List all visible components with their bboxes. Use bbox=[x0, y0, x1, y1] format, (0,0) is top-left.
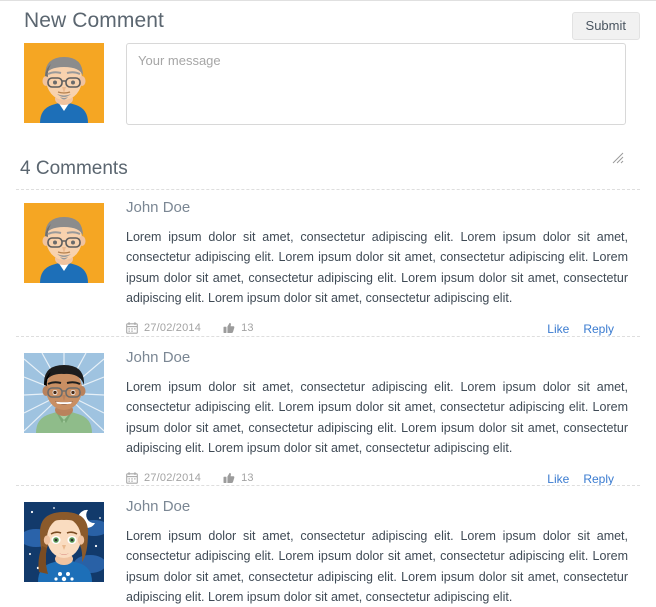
comment-actions: Like Reply bbox=[547, 322, 614, 336]
avatar bbox=[24, 203, 104, 283]
avatar bbox=[24, 502, 104, 582]
comment-meta-left: 27/02/2014 13 bbox=[126, 322, 254, 334]
comments-count-heading: 4 Comments bbox=[20, 158, 128, 179]
like-link[interactable]: Like bbox=[547, 472, 569, 486]
avatar bbox=[24, 43, 104, 123]
reply-link[interactable]: Reply bbox=[583, 322, 614, 336]
calendar-icon bbox=[126, 472, 138, 484]
comment-text: Lorem ipsum dolor sit amet, consectetur … bbox=[126, 380, 628, 455]
comment-text: Lorem ipsum dolor sit amet, consectetur … bbox=[126, 529, 628, 604]
thumbs-up-icon[interactable] bbox=[223, 322, 235, 334]
comment-meta-left: 27/02/2014 13 bbox=[126, 472, 254, 484]
message-input[interactable] bbox=[126, 43, 626, 125]
page-title: New Comment bbox=[24, 9, 164, 32]
comment-author: John Doe bbox=[126, 349, 191, 366]
comment-body: John Doe Lorem ipsum dolor sit amet, con… bbox=[126, 199, 628, 338]
divider bbox=[16, 189, 640, 190]
avatar bbox=[24, 353, 104, 433]
comments-page: New Comment Submit Your message 4 Commen… bbox=[0, 0, 656, 604]
comment-body: John Doe Lorem ipsum dolor sit amet, con… bbox=[126, 349, 628, 488]
calendar-icon bbox=[126, 322, 138, 334]
comment-actions: Like Reply bbox=[547, 472, 614, 486]
comment-body: John Doe Lorem ipsum dolor sit amet, con… bbox=[126, 498, 628, 607]
comment-date: 27/02/2014 bbox=[144, 472, 202, 484]
like-link[interactable]: Like bbox=[547, 322, 569, 336]
comment-like-count: 13 bbox=[241, 322, 254, 334]
reply-link[interactable]: Reply bbox=[583, 472, 614, 486]
thumbs-up-icon[interactable] bbox=[223, 472, 235, 484]
comment-date: 27/02/2014 bbox=[144, 322, 202, 334]
comment-like-count: 13 bbox=[241, 472, 254, 484]
comment-text: Lorem ipsum dolor sit amet, consectetur … bbox=[126, 230, 628, 305]
divider bbox=[16, 336, 640, 337]
new-comment-header: New Comment Submit bbox=[0, 1, 656, 41]
resize-grip-icon[interactable] bbox=[610, 150, 624, 164]
comment-author: John Doe bbox=[126, 498, 191, 515]
comment-author: John Doe bbox=[126, 199, 191, 216]
submit-button[interactable]: Submit bbox=[571, 12, 640, 40]
divider bbox=[16, 485, 640, 486]
